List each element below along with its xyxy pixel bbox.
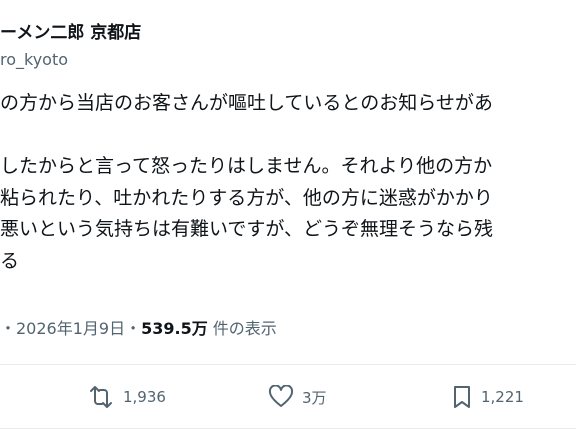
views-label: 件の表示 bbox=[207, 319, 277, 338]
post-text-line: 悪いという気持ちは有難いですが、どうぞ無理そうなら残 bbox=[0, 218, 494, 240]
post-text-line: る bbox=[0, 249, 20, 272]
like-button[interactable]: 3万 bbox=[268, 384, 327, 410]
like-count: 3万 bbox=[302, 388, 327, 407]
post-date[interactable]: ・2026年1月9日・ bbox=[0, 319, 141, 338]
divider bbox=[0, 428, 576, 429]
views-count: 539.5万 bbox=[141, 319, 208, 338]
bookmark-count: 1,221 bbox=[481, 388, 524, 406]
display-name[interactable]: ーメン二郎 京都店 bbox=[0, 22, 141, 44]
post-text-line: の方から当店のお客さんが嘔吐しているとのお知らせがあ bbox=[0, 92, 493, 114]
bookmark-icon bbox=[451, 384, 473, 410]
heart-icon bbox=[268, 385, 294, 409]
post-text-line bbox=[0, 120, 576, 152]
retweet-count: 1,936 bbox=[123, 388, 166, 406]
retweet-icon bbox=[87, 385, 115, 409]
bookmark-button[interactable]: 1,221 bbox=[451, 384, 524, 410]
post-text-line: 粘られたり、吐かれたりする方が、他の方に迷惑がかかり bbox=[0, 186, 493, 209]
action-bar: 1,936 3万 1,221 bbox=[0, 372, 576, 420]
divider bbox=[0, 364, 576, 365]
post-text: の方から当店のお客さんが嘔吐しているとのお知らせがあ したからと言って怒ったりは… bbox=[0, 88, 576, 277]
post-text-line: したからと言って怒ったりはしません。それより他の方か bbox=[0, 155, 493, 177]
post-meta: ・2026年1月9日・539.5万 件の表示 bbox=[0, 318, 277, 340]
user-handle[interactable]: ro_kyoto bbox=[0, 50, 68, 70]
retweet-button[interactable]: 1,936 bbox=[87, 384, 166, 410]
